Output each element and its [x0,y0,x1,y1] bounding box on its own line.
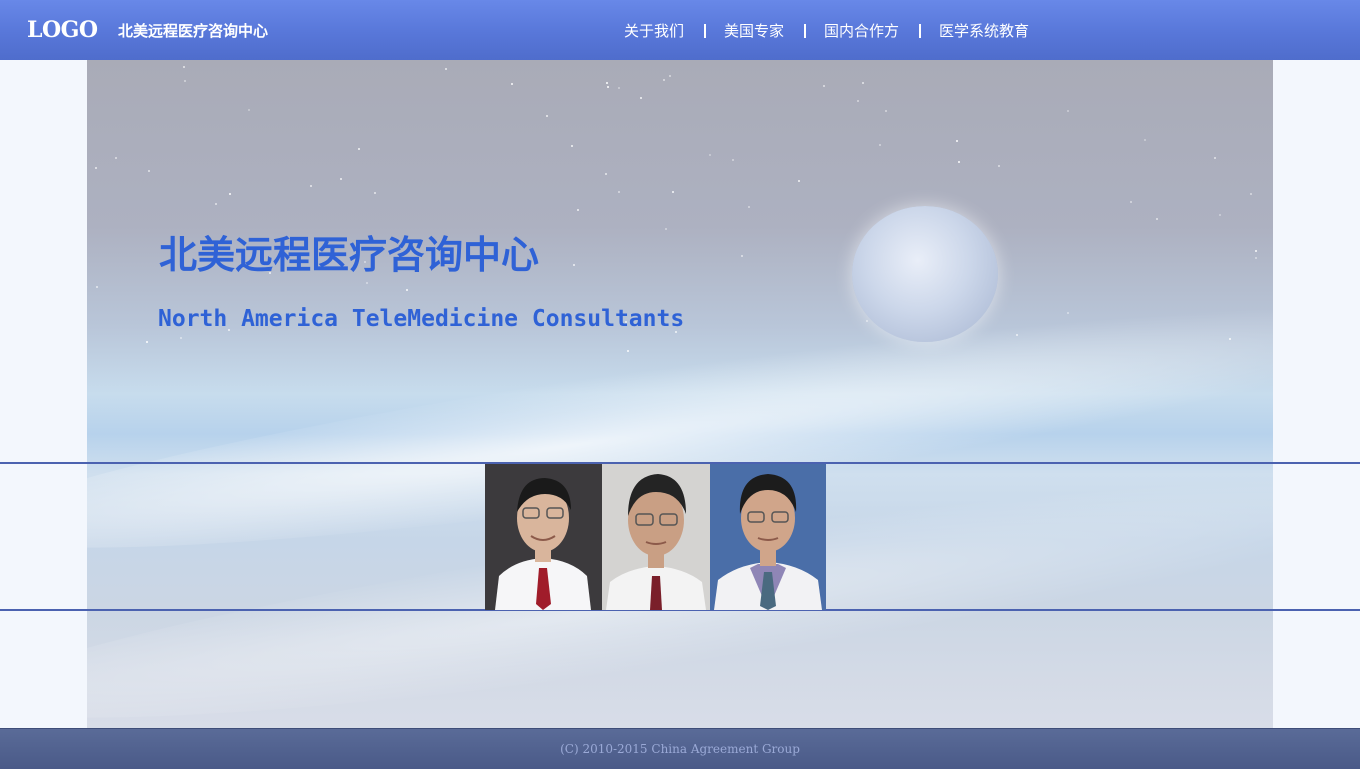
doctor-portrait-icon [485,464,602,610]
star [546,115,548,117]
page-footer: (C) 2010-2015 China Agreement Group [0,728,1360,769]
star [1255,250,1257,252]
star [741,255,743,257]
star [605,173,607,175]
nav-us-experts[interactable]: 美国专家 [724,20,784,42]
star [180,337,182,339]
star [571,145,573,147]
site-brand-name[interactable]: 北美远程医疗咨询中心 [118,20,268,42]
nav-separator [804,24,806,38]
expert-photo-strip [485,464,826,610]
star [618,87,620,89]
star [248,109,250,111]
star [1250,193,1252,195]
site-logo[interactable]: LOGO [27,16,98,44]
star [183,66,185,68]
doctor-portrait-icon [710,464,826,610]
copyright-text: (C) 2010-2015 China Agreement Group [560,742,800,756]
star [862,82,864,84]
star [1016,334,1018,336]
star [573,264,575,266]
star [184,80,186,82]
star [146,341,148,343]
star [374,192,376,194]
expert-photo-2[interactable] [602,464,710,610]
nav-medical-education[interactable]: 医学系统教育 [939,20,1029,42]
star [115,157,117,159]
star [732,159,734,161]
star [148,170,150,172]
star [998,165,1000,167]
star [885,110,887,112]
star [866,320,868,322]
star [627,350,629,352]
star [340,178,342,180]
star [748,206,750,208]
top-navigation-bar: LOGO 北美远程医疗咨询中心 关于我们 美国专家 国内合作方 医学系统教育 [0,0,1360,60]
star [358,148,360,150]
star [669,75,671,77]
star [823,85,825,87]
star [798,180,800,182]
star [95,167,97,169]
nav-about-us[interactable]: 关于我们 [624,20,684,42]
star [577,209,579,211]
star [1130,201,1132,203]
star [1067,312,1069,314]
doctor-portrait-icon [602,464,710,610]
star [1229,338,1231,340]
nav-domestic-partners[interactable]: 国内合作方 [824,20,899,42]
star [1067,110,1069,112]
star [663,79,665,81]
star [1214,157,1216,159]
star [607,86,609,88]
hero-banner: 北美远程医疗咨询中心 North America TeleMedicine Co… [87,60,1273,728]
star [1255,257,1257,259]
star [606,82,608,84]
star [672,191,674,193]
star [445,68,447,70]
star [229,193,231,195]
moon-image [852,206,998,342]
star [511,83,513,85]
nav-separator [704,24,706,38]
star [958,161,960,163]
star [857,100,859,102]
hero-title: 北美远程医疗咨询中心 [159,233,540,277]
star [310,185,312,187]
star [1219,214,1221,216]
star [1156,218,1158,220]
star [709,154,711,156]
star [366,282,368,284]
star [618,191,620,193]
star [879,144,881,146]
expert-photo-3[interactable] [710,464,826,610]
hero-subtitle: North America TeleMedicine Consultants [158,306,685,332]
expert-photo-1[interactable] [485,464,602,610]
nav-separator [919,24,921,38]
star [406,289,408,291]
star [640,97,642,99]
star [665,228,667,230]
star [96,286,98,288]
star [956,140,958,142]
star [215,203,217,205]
star [1144,139,1146,141]
